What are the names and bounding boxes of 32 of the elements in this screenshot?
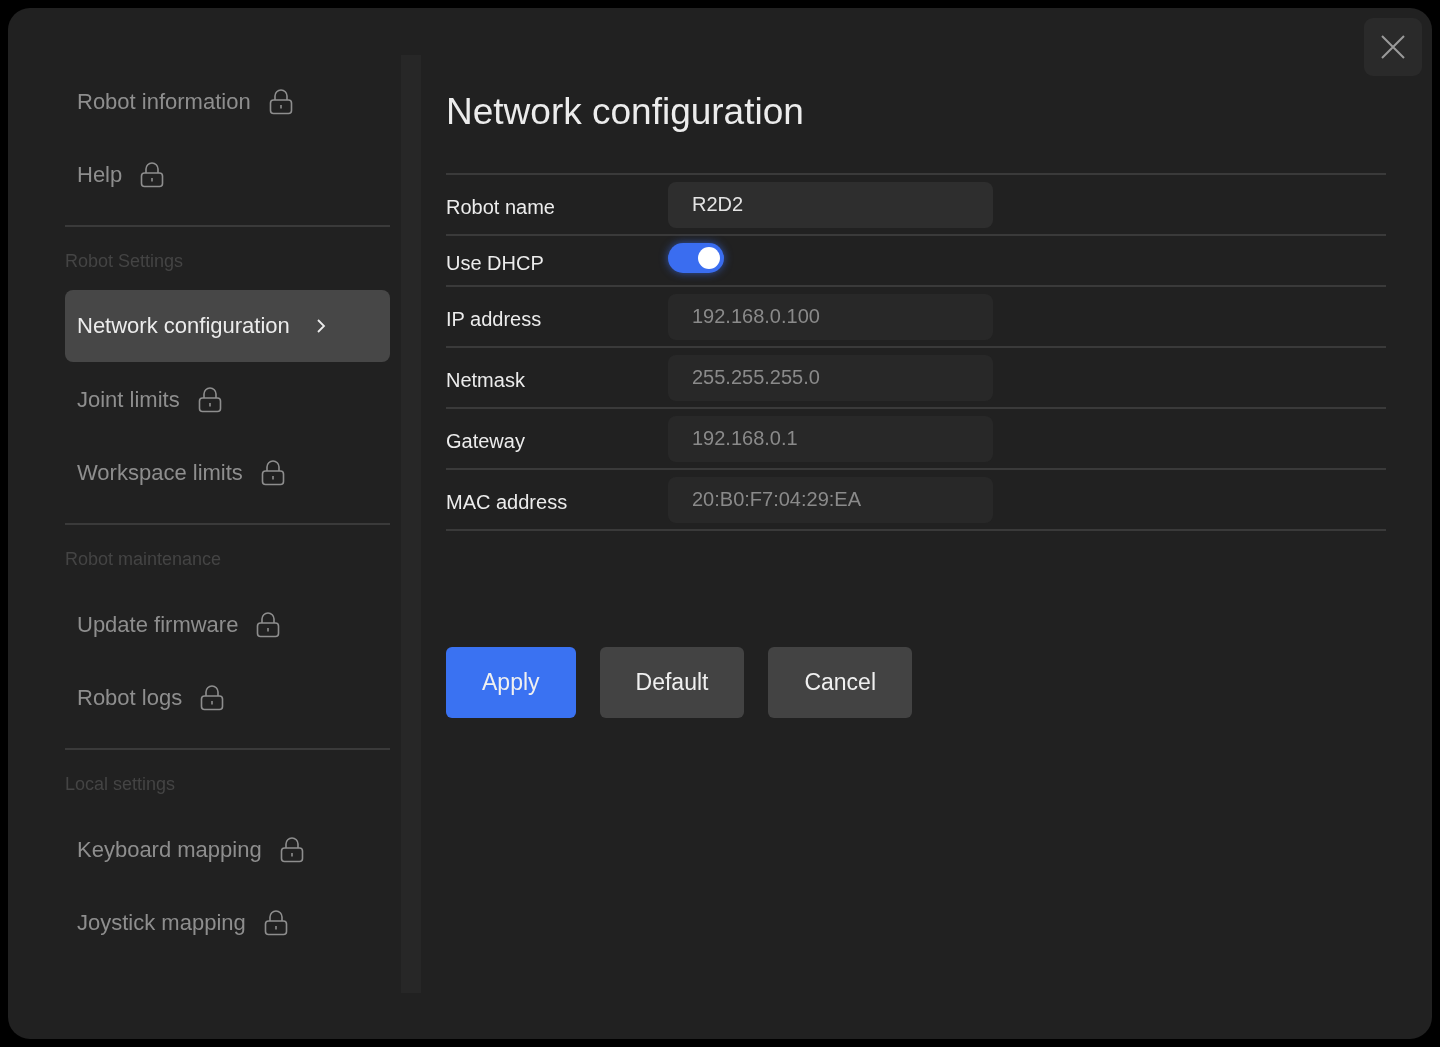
sidebar-item[interactable]: Joystick mapping — [65, 886, 390, 959]
close-button[interactable] — [1364, 18, 1422, 76]
page-title: Network configuration — [446, 91, 805, 133]
field-label: Netmask — [446, 368, 526, 392]
input-field[interactable]: R2D2 — [668, 181, 993, 228]
lock-icon — [200, 684, 225, 711]
lock-icon — [279, 836, 304, 863]
sidebar-item[interactable]: Network configuration — [65, 290, 390, 362]
chevron-right-icon — [315, 318, 326, 334]
sidebar-item[interactable]: Workspace limits — [65, 436, 390, 509]
close-icon — [1379, 33, 1407, 61]
sidebar-item[interactable]: Robot information — [65, 65, 390, 138]
field-label: Robot name — [446, 195, 556, 219]
sidebar-item[interactable]: Joint limits — [65, 363, 390, 436]
field-label: Gateway — [446, 429, 526, 453]
primary-button[interactable]: Apply — [446, 647, 576, 718]
lock-icon — [197, 386, 222, 413]
secondary-button[interactable]: Default — [599, 647, 745, 718]
lock-icon — [268, 88, 293, 115]
lock-icon — [140, 161, 165, 188]
sidebar-item[interactable]: Update firmware — [65, 588, 390, 661]
field-label: IP address — [446, 307, 543, 331]
field-label: MAC address — [446, 490, 569, 514]
sidebar-item[interactable]: Keyboard mapping — [65, 813, 390, 886]
toggle-switch[interactable] — [668, 242, 724, 273]
secondary-button[interactable]: Cancel — [768, 647, 913, 718]
lock-icon — [260, 459, 285, 486]
field-label: Use DHCP — [446, 251, 545, 275]
sidebar-item[interactable]: Help — [65, 138, 390, 211]
lock-icon — [263, 909, 288, 936]
sidebar-item[interactable]: Robot logs — [65, 661, 390, 734]
lock-icon — [256, 611, 281, 638]
